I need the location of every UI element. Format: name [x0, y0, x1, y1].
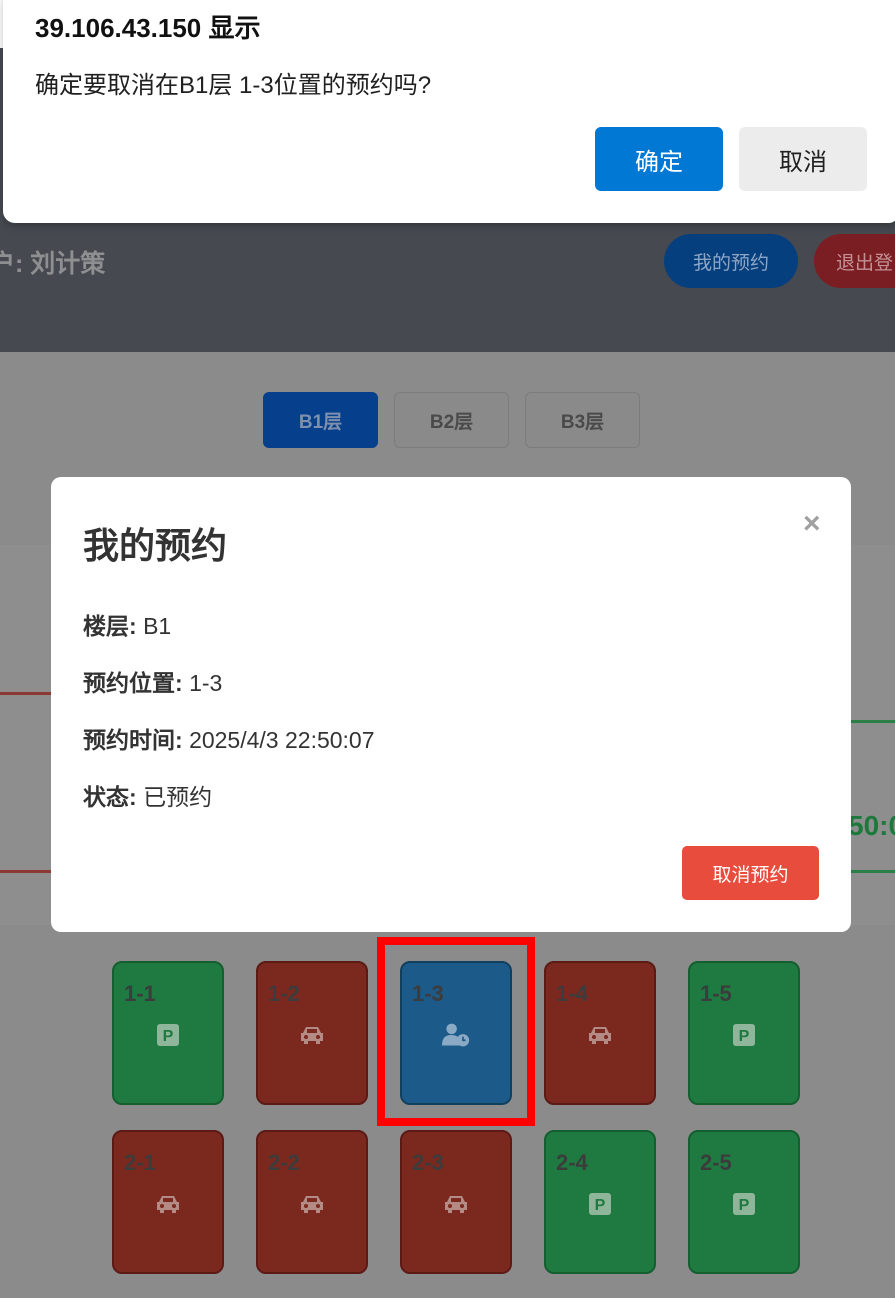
parking-icon: P [586, 1190, 614, 1218]
modal-title: 我的预约 [83, 525, 228, 566]
car-icon [586, 1021, 614, 1049]
parking-spot[interactable]: 1-5 P [688, 961, 800, 1105]
floor-value: B1 [143, 613, 172, 639]
parking-spot[interactable]: 1-2 [256, 961, 368, 1105]
time-label: 预约时间: [83, 727, 183, 753]
car-icon [154, 1190, 182, 1218]
my-reservation-modal: 我的预约 × 楼层: B1 预约位置: 1-3 预约时间: 2025/4/3 2… [51, 477, 851, 932]
my-reservations-button[interactable]: 我的预约 [664, 234, 798, 288]
status-value: 已预约 [143, 784, 213, 810]
position-value: 1-3 [189, 670, 223, 696]
parking-spot[interactable]: 2-1 [112, 1130, 224, 1274]
highlight-box [377, 937, 535, 1126]
car-icon [298, 1190, 326, 1218]
parking-spot[interactable]: 2-2 [256, 1130, 368, 1274]
floor-tabs: B1层 B2层 B3层 [263, 392, 640, 448]
spot-id-label: 1-1 [124, 981, 156, 1006]
dialog-message: 确定要取消在B1层 1-3位置的预约吗? [35, 72, 432, 99]
svg-text:P: P [739, 1197, 750, 1214]
spot-id-label: 1-2 [268, 981, 300, 1006]
spot-id-label: 2-1 [124, 1150, 156, 1175]
confirm-cancel-button[interactable]: 取消 [739, 127, 867, 191]
tab-floor-b3[interactable]: B3层 [525, 392, 640, 448]
floor-label: 楼层: [83, 613, 137, 639]
position-row: 预约位置: 1-3 [83, 664, 222, 698]
spot-id-label: 2-2 [268, 1150, 300, 1175]
parking-spot[interactable]: 2-3 [400, 1130, 512, 1274]
parking-icon: P [730, 1021, 758, 1049]
spot-id-label: 2-4 [556, 1150, 588, 1175]
tab-floor-b2[interactable]: B2层 [394, 392, 509, 448]
svg-text:P: P [595, 1197, 606, 1214]
spot-id-label: 1-4 [556, 981, 588, 1006]
close-icon[interactable]: × [803, 507, 821, 541]
current-user-label: 户: 刘计策 [0, 250, 106, 278]
status-label: 状态: [83, 784, 137, 810]
background-divider [848, 720, 895, 723]
parking-icon: P [730, 1190, 758, 1218]
confirm-dialog: 39.106.43.150 显示 确定要取消在B1层 1-3位置的预约吗? 确定… [3, 0, 895, 223]
confirm-ok-button[interactable]: 确定 [595, 127, 723, 191]
parking-icon: P [154, 1021, 182, 1049]
parking-spot[interactable]: 2-5 P [688, 1130, 800, 1274]
svg-text:P: P [739, 1028, 750, 1045]
parking-spot[interactable]: 1-4 [544, 961, 656, 1105]
logout-button[interactable]: 退出登 [814, 234, 895, 288]
car-icon [442, 1190, 470, 1218]
cancel-reservation-button[interactable]: 取消预约 [682, 846, 819, 900]
time-row: 预约时间: 2025/4/3 22:50:07 [83, 721, 375, 755]
tab-floor-b1[interactable]: B1层 [263, 392, 378, 448]
spot-id-label: 1-5 [700, 981, 732, 1006]
status-row: 状态: 已预约 [83, 778, 212, 812]
parking-spot[interactable]: 2-4 P [544, 1130, 656, 1274]
background-divider [848, 870, 895, 873]
svg-text:P: P [163, 1028, 174, 1045]
parking-spot[interactable]: 1-1 P [112, 961, 224, 1105]
position-label: 预约位置: [83, 670, 183, 696]
time-value: 2025/4/3 22:50:07 [189, 727, 375, 753]
spot-id-label: 2-3 [412, 1150, 444, 1175]
car-icon [298, 1021, 326, 1049]
spot-id-label: 2-5 [700, 1150, 732, 1175]
dialog-origin: 39.106.43.150 显示 [35, 13, 261, 43]
background-time-peek: 50:0 [848, 810, 895, 841]
floor-row: 楼层: B1 [83, 607, 171, 641]
